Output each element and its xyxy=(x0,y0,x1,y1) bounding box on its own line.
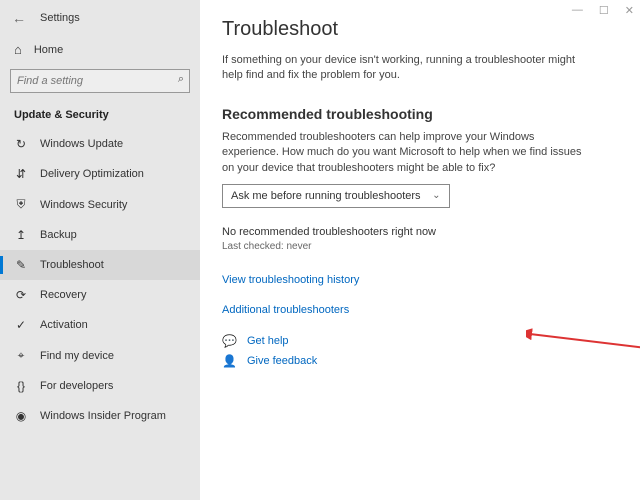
sidebar-item-label: Find my device xyxy=(40,350,114,362)
sidebar-item-label: Backup xyxy=(40,229,77,241)
sidebar-item-activation[interactable]: ✓ Activation xyxy=(0,310,200,340)
home-nav[interactable]: ⌂ Home xyxy=(0,34,200,65)
minimize-button[interactable]: — xyxy=(572,4,583,17)
app-title: Settings xyxy=(40,12,80,24)
maximize-button[interactable]: ☐ xyxy=(599,4,609,17)
home-label: Home xyxy=(34,44,63,56)
sidebar-item-find-my-device[interactable]: ⌖ Find my device xyxy=(0,340,200,371)
page-title: Troubleshoot xyxy=(222,18,618,41)
backup-icon: ↥ xyxy=(14,228,28,242)
locate-icon: ⌖ xyxy=(14,348,28,363)
sidebar-item-for-developers[interactable]: {} For developers xyxy=(0,371,200,401)
code-icon: {} xyxy=(14,379,28,393)
status-text: No recommended troubleshooters right now xyxy=(222,226,618,238)
additional-troubleshooters-link[interactable]: Additional troubleshooters xyxy=(222,304,618,316)
sidebar-item-label: Windows Security xyxy=(40,199,127,211)
sidebar-item-delivery-optimization[interactable]: ⇵ Delivery Optimization xyxy=(0,159,200,189)
insider-icon: ◉ xyxy=(14,409,28,423)
recommended-heading: Recommended troubleshooting xyxy=(222,106,618,122)
sidebar-item-windows-insider[interactable]: ◉ Windows Insider Program xyxy=(0,401,200,431)
sidebar-item-label: For developers xyxy=(40,380,113,392)
sidebar-item-recovery[interactable]: ⟳ Recovery xyxy=(0,280,200,310)
annotation-arrow xyxy=(526,326,640,356)
sidebar-item-label: Activation xyxy=(40,319,88,331)
back-button[interactable]: ← xyxy=(12,10,26,26)
close-button[interactable]: ✕ xyxy=(625,4,634,17)
section-header: Update & Security xyxy=(0,103,200,129)
give-feedback-link[interactable]: Give feedback xyxy=(247,355,317,367)
shield-icon: ⛨ xyxy=(14,197,28,212)
sidebar-item-label: Windows Update xyxy=(40,138,123,150)
last-checked-text: Last checked: never xyxy=(222,241,618,252)
recovery-icon: ⟳ xyxy=(14,288,28,302)
sync-icon: ↻ xyxy=(14,137,28,151)
troubleshoot-preference-dropdown[interactable]: Ask me before running troubleshooters ⌄ xyxy=(222,184,450,208)
dropdown-value: Ask me before running troubleshooters xyxy=(231,190,421,202)
recommended-description: Recommended troubleshooters can help imp… xyxy=(222,130,582,176)
sidebar-item-label: Windows Insider Program xyxy=(40,410,166,422)
sidebar-item-label: Recovery xyxy=(40,289,86,301)
page-description: If something on your device isn't workin… xyxy=(222,53,582,84)
search-icon: ⌕ xyxy=(178,73,184,86)
view-history-link[interactable]: View troubleshooting history xyxy=(222,274,618,286)
sidebar-item-windows-security[interactable]: ⛨ Windows Security xyxy=(0,189,200,220)
chevron-down-icon: ⌄ xyxy=(432,190,440,201)
feedback-icon: 👤 xyxy=(222,354,237,368)
activation-icon: ✓ xyxy=(14,318,28,332)
sidebar-item-backup[interactable]: ↥ Backup xyxy=(0,220,200,250)
home-icon: ⌂ xyxy=(14,42,22,57)
delivery-icon: ⇵ xyxy=(14,167,28,181)
sidebar-item-windows-update[interactable]: ↻ Windows Update xyxy=(0,129,200,159)
sidebar-item-label: Troubleshoot xyxy=(40,259,104,271)
help-icon: 💬 xyxy=(222,334,237,348)
search-input[interactable] xyxy=(10,69,190,93)
sidebar-item-label: Delivery Optimization xyxy=(40,168,144,180)
sidebar-item-troubleshoot[interactable]: ✎ Troubleshoot xyxy=(0,250,200,280)
get-help-link[interactable]: Get help xyxy=(247,335,289,347)
troubleshoot-icon: ✎ xyxy=(14,258,28,272)
